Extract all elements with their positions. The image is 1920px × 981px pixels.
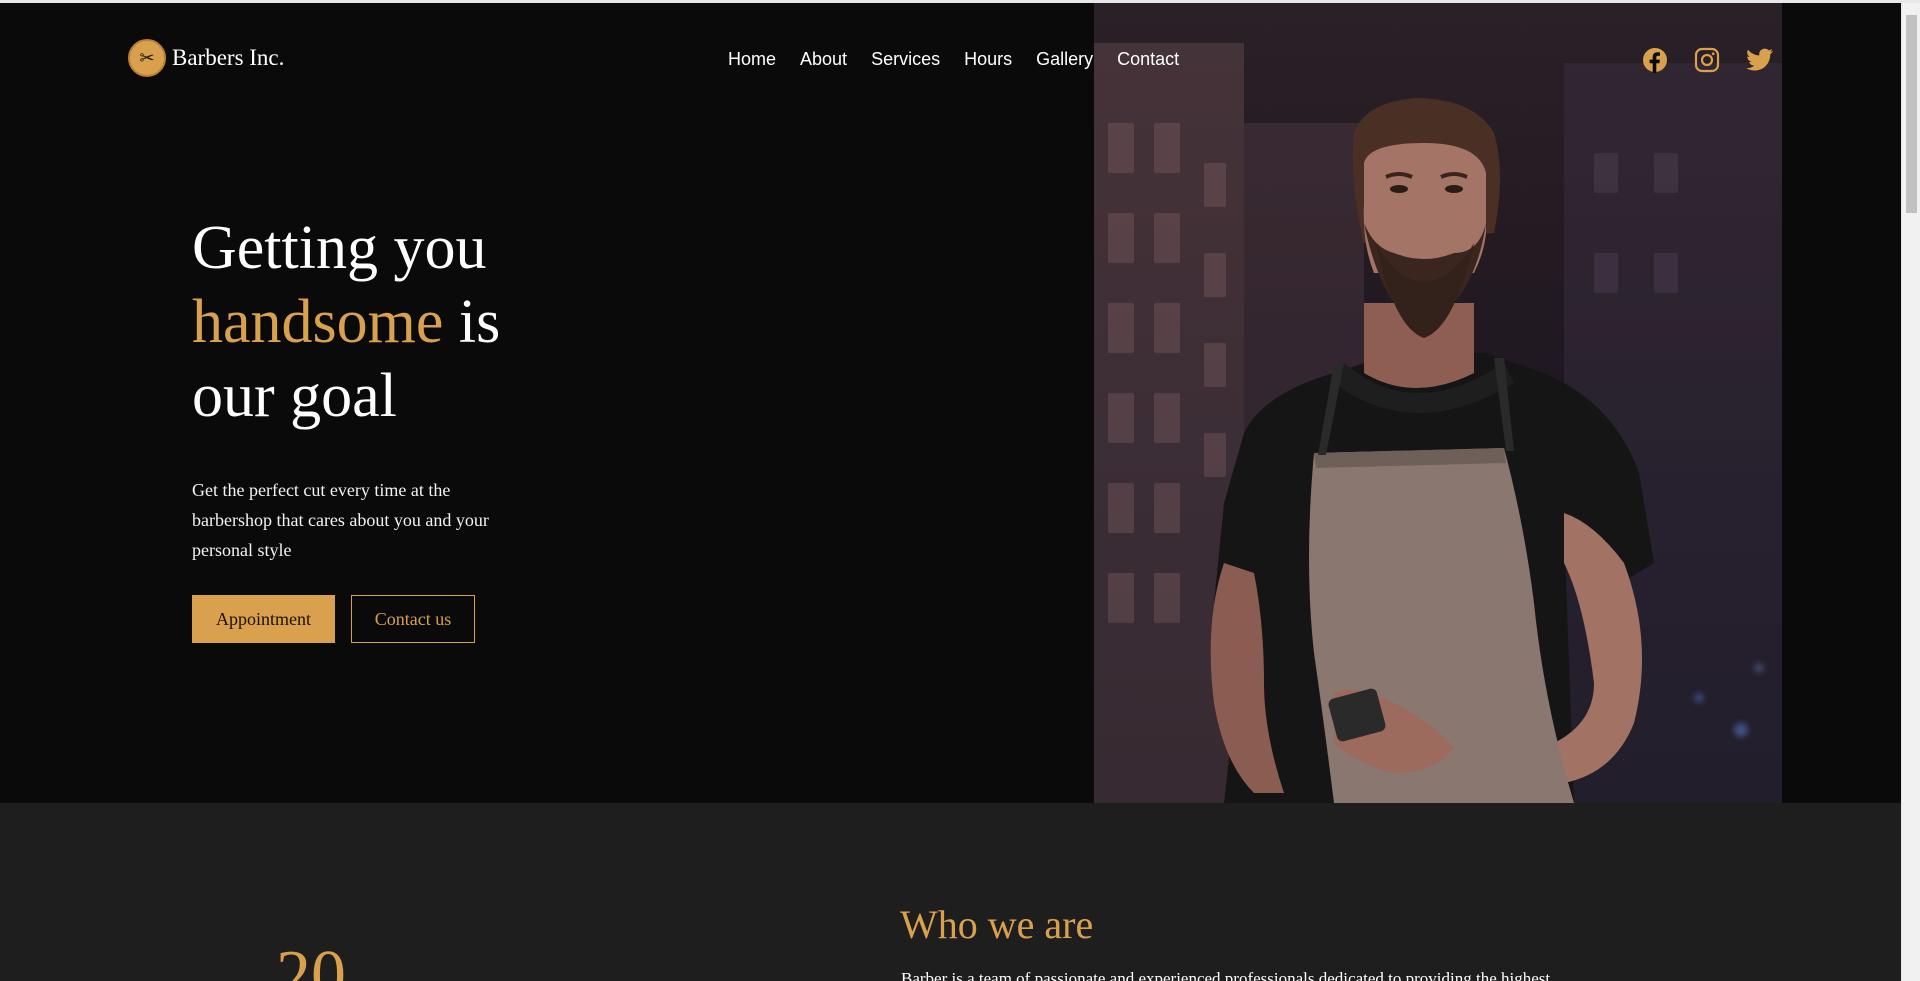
nav-link-hours[interactable]: Hours	[964, 49, 1012, 70]
brand-name: Barbers Inc.	[172, 45, 285, 70]
brand-logo[interactable]: ✂ Barbers Inc.	[128, 39, 284, 77]
hero-subtext: Get the perfect cut every time at the ba…	[192, 480, 489, 560]
nav-link-gallery[interactable]: Gallery	[1036, 49, 1093, 70]
headline-highlight: handsome	[192, 288, 444, 356]
nav-link-contact[interactable]: Contact	[1117, 49, 1179, 70]
years-number: 20	[276, 937, 346, 981]
page-scrollbar[interactable]	[1901, 3, 1920, 981]
nav-link-services[interactable]: Services	[871, 49, 940, 70]
nav-link-about[interactable]: About	[800, 49, 847, 70]
about-title: Who we are	[900, 902, 1094, 947]
about-section: 20 Who we are Barber is a team of passio…	[0, 803, 1901, 981]
page: ✂ Barbers Inc. Home About Services Hours…	[0, 3, 1901, 981]
nav-link-home[interactable]: Home	[728, 49, 776, 70]
barber-figure	[1210, 98, 1654, 803]
hero-headline: Getting you handsome is our goal	[192, 211, 500, 433]
hero-barber-photo	[1094, 3, 1782, 803]
twitter-icon[interactable]	[1746, 46, 1774, 74]
contact-us-button[interactable]: Contact us	[351, 595, 475, 643]
appointment-button[interactable]: Appointment	[192, 595, 335, 643]
about-text: Barber is a team of passionate and exper…	[901, 969, 1551, 981]
top-navigation: ✂ Barbers Inc. Home About Services Hours…	[0, 3, 1901, 118]
scissors-icon: ✂	[128, 39, 166, 77]
hero-section: ✂ Barbers Inc. Home About Services Hours…	[0, 3, 1901, 803]
headline-line2-rest: is	[443, 288, 501, 356]
nav-links: Home About Services Hours Gallery Contac…	[728, 49, 1179, 70]
headline-line1: Getting you	[192, 214, 487, 282]
headline-line3: our goal	[192, 362, 397, 430]
scrollbar-thumb[interactable]	[1906, 15, 1917, 213]
facebook-icon[interactable]	[1641, 46, 1669, 74]
instagram-icon[interactable]	[1693, 46, 1721, 74]
